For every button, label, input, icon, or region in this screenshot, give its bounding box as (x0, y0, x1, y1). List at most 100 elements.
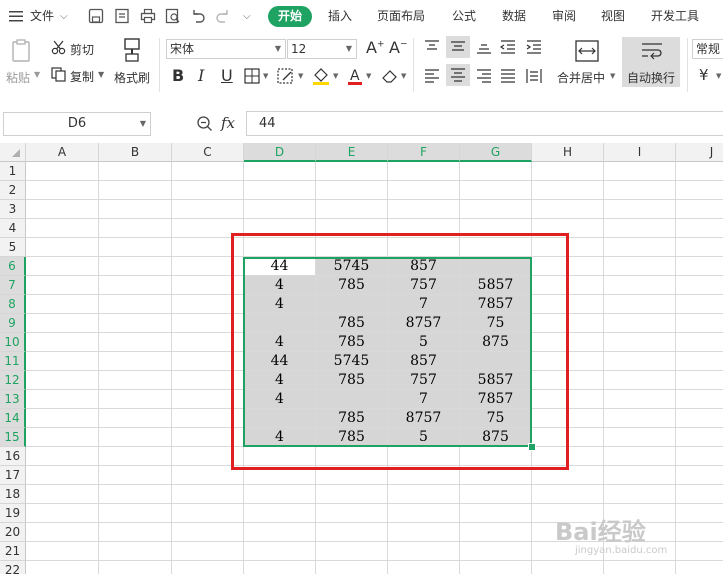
grid-cell[interactable] (99, 352, 172, 371)
grid-cell[interactable] (604, 295, 676, 314)
grid-cell[interactable] (26, 390, 99, 409)
grid-cell[interactable] (172, 390, 244, 409)
grid-cell[interactable] (676, 352, 723, 371)
grid-cell[interactable] (172, 561, 244, 574)
grid-cell[interactable]: 4 (244, 276, 316, 295)
grid-cell[interactable] (604, 409, 676, 428)
bold-icon[interactable]: B (172, 66, 184, 85)
grid-cell[interactable] (388, 523, 460, 542)
grid-cell[interactable] (172, 276, 244, 295)
grid-cell[interactable] (676, 276, 723, 295)
grid-cell[interactable] (676, 181, 723, 200)
export-pdf-icon[interactable] (114, 8, 130, 27)
grid-cell[interactable] (676, 333, 723, 352)
grid-cell[interactable] (676, 390, 723, 409)
grid-cell[interactable] (532, 485, 604, 504)
grid-cell[interactable] (604, 181, 676, 200)
row-header[interactable]: 10 (0, 333, 26, 352)
grid-cell[interactable] (460, 162, 532, 181)
grid-cell[interactable] (532, 390, 604, 409)
grid-cell[interactable] (316, 523, 388, 542)
grid-cell[interactable] (244, 504, 316, 523)
grid-cell[interactable] (604, 466, 676, 485)
grid-cell[interactable] (172, 314, 244, 333)
grid-cell[interactable]: 785 (316, 409, 388, 428)
grid-cell[interactable] (172, 485, 244, 504)
grid-cell[interactable] (532, 352, 604, 371)
grid-cell[interactable]: 7857 (460, 390, 532, 409)
grid-cell[interactable] (460, 219, 532, 238)
tab-view[interactable]: 视图 (601, 0, 625, 33)
grid-cell[interactable] (316, 466, 388, 485)
grid-cell[interactable] (99, 561, 172, 574)
row-header[interactable]: 11 (0, 352, 26, 371)
grid-cell[interactable] (316, 485, 388, 504)
grid-cell[interactable] (244, 181, 316, 200)
row-header[interactable]: 2 (0, 181, 26, 200)
grid-cell[interactable]: 7857 (460, 295, 532, 314)
grid-cell[interactable] (99, 371, 172, 390)
tab-insert[interactable]: 插入 (328, 0, 352, 33)
grid-cell[interactable] (388, 485, 460, 504)
grid-cell[interactable]: 5745 (316, 257, 388, 276)
grid-cell[interactable] (532, 333, 604, 352)
grid-cell[interactable] (460, 504, 532, 523)
fill-handle[interactable] (528, 443, 536, 451)
grid-cell[interactable] (99, 523, 172, 542)
grid-cell[interactable] (604, 390, 676, 409)
grid-cell[interactable]: 757 (388, 276, 460, 295)
decrease-indent-icon[interactable] (499, 40, 516, 57)
grid-cell[interactable] (26, 485, 99, 504)
tab-review[interactable]: 审阅 (552, 0, 576, 33)
grid-cell[interactable] (26, 523, 99, 542)
grid-cell[interactable]: 75 (460, 409, 532, 428)
grid-cell[interactable] (676, 238, 723, 257)
grid-cell[interactable] (26, 181, 99, 200)
grid-cell[interactable] (172, 371, 244, 390)
grid-cell[interactable]: 857 (388, 352, 460, 371)
grid-cell[interactable] (99, 390, 172, 409)
grid-cell[interactable] (460, 238, 532, 257)
formula-input[interactable]: 44 (246, 111, 723, 136)
grid-cell[interactable] (676, 162, 723, 181)
grid-cell[interactable]: 8757 (388, 314, 460, 333)
grid-cell[interactable] (604, 371, 676, 390)
row-header[interactable]: 18 (0, 485, 26, 504)
column-header-d[interactable]: D (244, 143, 316, 162)
grid-cell[interactable] (532, 371, 604, 390)
grid-cell[interactable] (99, 314, 172, 333)
increase-font-size-icon[interactable]: A+ (366, 38, 385, 57)
grid-cell[interactable] (244, 162, 316, 181)
grid-cell[interactable] (99, 238, 172, 257)
grid-cell[interactable] (172, 409, 244, 428)
grid-cell[interactable] (244, 409, 316, 428)
paste-button[interactable]: 粘贴 (6, 69, 30, 86)
grid-cell[interactable] (244, 314, 316, 333)
grid-cell[interactable] (244, 561, 316, 574)
grid-cell[interactable] (604, 200, 676, 219)
grid-cell[interactable] (244, 542, 316, 561)
grid-cell[interactable]: 7 (388, 295, 460, 314)
grid-cell[interactable] (676, 542, 723, 561)
grid-cell[interactable] (172, 542, 244, 561)
grid-cell[interactable] (26, 295, 99, 314)
grid-cell[interactable] (676, 371, 723, 390)
grid-cell[interactable] (26, 333, 99, 352)
grid-cell[interactable]: 4 (244, 333, 316, 352)
grid-cell[interactable] (316, 200, 388, 219)
grid-cell[interactable] (244, 485, 316, 504)
grid-cell[interactable] (460, 352, 532, 371)
row-header[interactable]: 16 (0, 447, 26, 466)
grid-cell[interactable]: 44 (244, 257, 316, 276)
grid-cell[interactable] (316, 390, 388, 409)
grid-cell[interactable] (26, 561, 99, 574)
grid-cell[interactable] (172, 352, 244, 371)
column-header-g[interactable]: G (460, 143, 532, 162)
row-header[interactable]: 22 (0, 561, 26, 574)
grid-cell[interactable] (99, 504, 172, 523)
merge-center-button[interactable]: 合并居中 (557, 69, 605, 86)
row-header[interactable]: 17 (0, 466, 26, 485)
paste-dropdown-icon[interactable]: ▼ (34, 70, 40, 79)
grid-cell[interactable] (388, 219, 460, 238)
row-header[interactable]: 4 (0, 219, 26, 238)
